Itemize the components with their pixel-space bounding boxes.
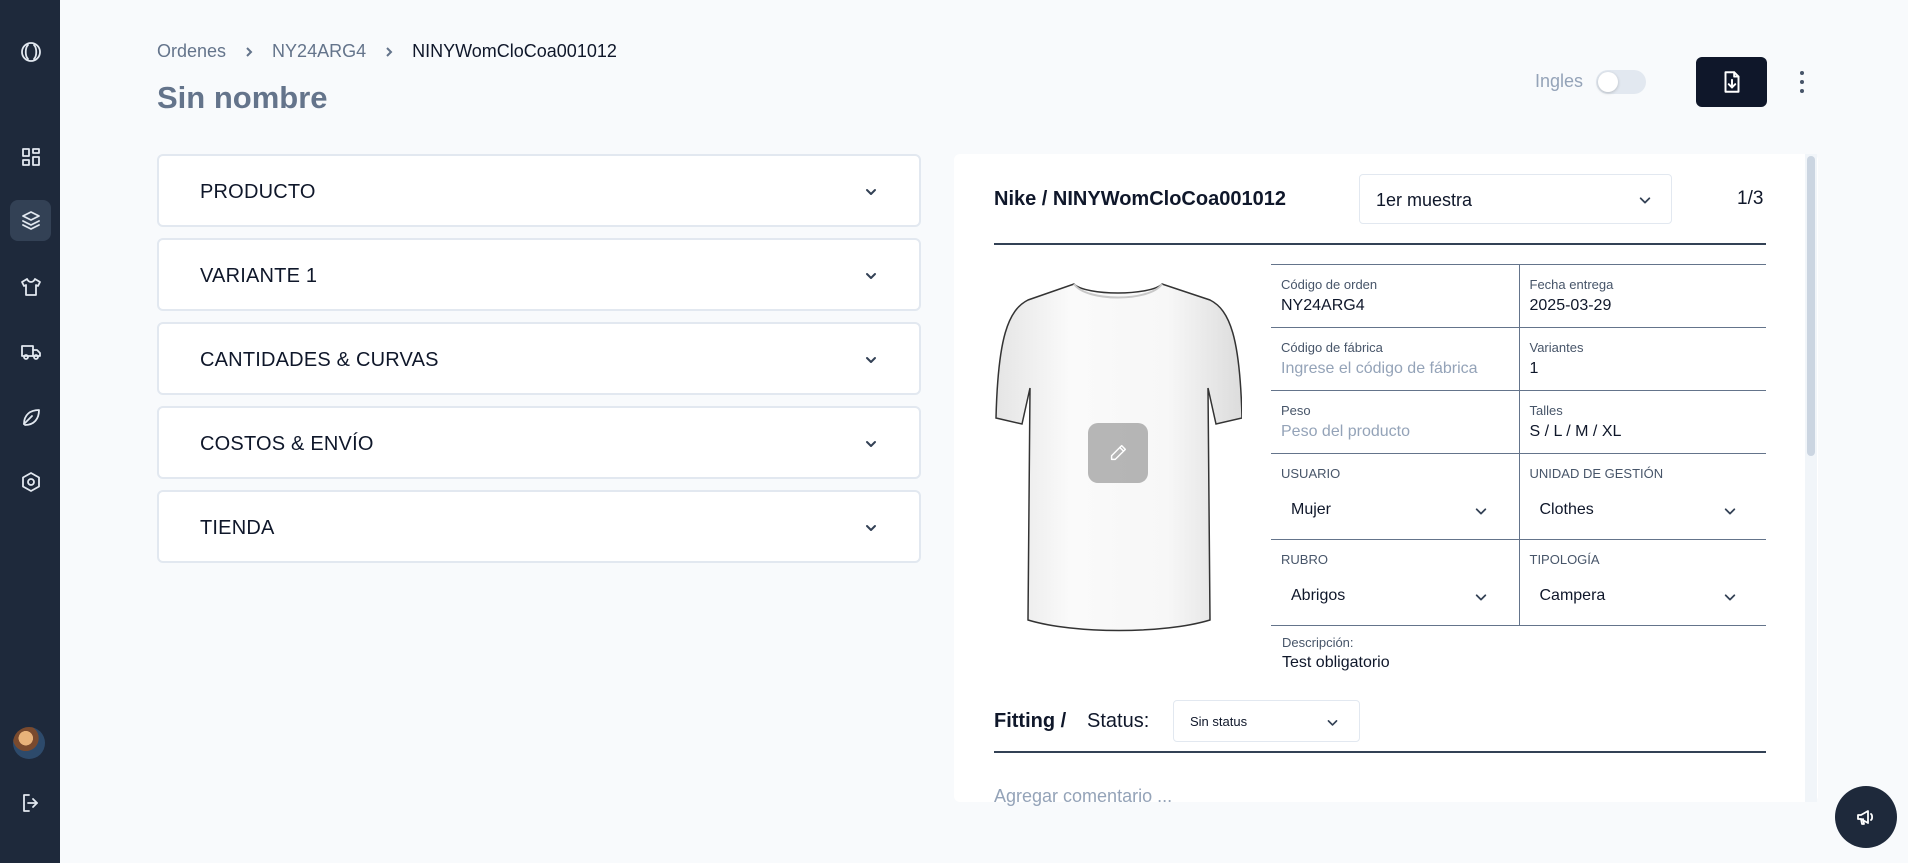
field-label: Código de fábrica [1281,340,1383,355]
order-code-field: Código de orden NY24ARG4 [1271,265,1519,327]
breadcrumb: Ordenes NY24ARG4 NINYWomCloCoa001012 [157,41,617,62]
language-toggle[interactable] [1596,70,1646,94]
more-options-button[interactable] [1790,68,1814,96]
dashboard-icon[interactable] [10,136,51,177]
section-label: CANTIDADES & CURVAS [200,349,439,371]
chevron-right-icon [243,46,255,58]
category-field: RUBRO Abrigos [1271,540,1519,625]
chevron-down-icon [1723,590,1737,604]
megaphone-icon [1857,810,1874,825]
logo-icon[interactable] [10,31,51,72]
language-label: Ingles [1535,71,1584,91]
page-title: Sin nombre [157,80,328,115]
chevron-down-icon [863,436,879,452]
typology-select[interactable]: Campera [1519,576,1760,616]
field-label: USUARIO [1281,466,1341,481]
chevron-right-icon [383,46,395,58]
chevron-down-icon [1474,504,1488,518]
breadcrumb-item-order[interactable]: NY24ARG4 [272,41,366,62]
panel-scrollbar[interactable] [1805,154,1817,802]
field-label: UNIDAD DE GESTIÓN [1529,466,1664,481]
download-button[interactable] [1696,57,1767,107]
field-label: Variantes [1529,340,1584,355]
typology-field: TIPOLOGÍA Campera [1518,540,1767,625]
divider [994,243,1766,245]
breadcrumb-item-current: NINYWomCloCoa001012 [412,41,617,61]
select-value: Mujer [1291,501,1332,518]
factory-code-field[interactable]: Código de fábrica Ingrese el código de f… [1271,328,1519,390]
field-value: S / L / M / XL [1529,423,1622,440]
section-label: COSTOS & ENVÍO [200,433,374,455]
product-info-grid: Código de orden NY24ARG4 Fecha entrega 2… [1271,264,1766,626]
variants-field: Variantes 1 [1518,328,1767,390]
field-value: NY24ARG4 [1281,297,1365,314]
avatar[interactable] [13,727,45,759]
sample-pager: 1/3 [1737,188,1764,209]
select-value: Clothes [1539,501,1594,518]
delivery-date-field: Fecha entrega 2025-03-29 [1518,265,1767,327]
chevron-down-icon [1638,193,1652,207]
sizes-field: Talles S / L / M / XL [1518,391,1767,453]
settings-icon[interactable] [10,461,51,502]
category-select[interactable]: Abrigos [1271,576,1511,616]
section-variante[interactable]: VARIANTE 1 [157,238,921,311]
comment-input[interactable]: Agregar comentario ... [994,786,1172,807]
section-costos[interactable]: COSTOS & ENVÍO [157,406,921,479]
logout-icon[interactable] [10,782,51,823]
download-icon [1724,71,1739,93]
description-label: Descripción: [1282,635,1354,650]
scrollbar-thumb[interactable] [1807,156,1815,456]
weight-input[interactable]: Peso del producto [1281,423,1509,441]
section-label: PRODUCTO [200,181,316,203]
pencil-icon [1110,444,1127,461]
section-tienda[interactable]: TIENDA [157,490,921,563]
truck-icon[interactable] [10,331,51,372]
field-label: Fecha entrega [1529,277,1614,292]
fitting-title: Fitting / [994,710,1067,732]
announcements-button[interactable] [1835,786,1897,848]
product-title: Nike / NINYWomCloCoa001012 [994,188,1286,210]
management-unit-select[interactable]: Clothes [1519,490,1760,530]
select-value: Abrigos [1291,587,1346,604]
leaf-icon[interactable] [10,396,51,437]
divider [994,751,1766,753]
user-select[interactable]: Mujer [1271,490,1511,530]
section-producto[interactable]: PRODUCTO [157,154,921,227]
field-label: RUBRO [1281,552,1328,567]
description-value: Test obligatorio [1282,654,1390,671]
select-value: Campera [1539,587,1606,604]
section-cantidades[interactable]: CANTIDADES & CURVAS [157,322,921,395]
field-label: Peso [1281,403,1311,418]
breadcrumb-item-ordenes[interactable]: Ordenes [157,41,226,62]
field-label: TIPOLOGÍA [1529,552,1600,567]
sample-select[interactable]: 1er muestra [1359,174,1672,224]
status-select-value: Sin status [1190,714,1248,729]
shirt-icon[interactable] [10,266,51,307]
chevron-down-icon [863,184,879,200]
sidebar [0,0,60,863]
chevron-down-icon [1326,716,1339,729]
sample-select-value: 1er muestra [1376,190,1473,210]
field-label: Talles [1529,403,1563,418]
factory-code-input[interactable]: Ingrese el código de fábrica [1281,360,1509,378]
section-label: TIENDA [200,517,275,539]
weight-field[interactable]: Peso Peso del producto [1271,391,1519,453]
chevron-down-icon [1723,504,1737,518]
field-label: Código de orden [1281,277,1378,292]
user-field: USUARIO Mujer [1271,454,1519,539]
status-select[interactable]: Sin status [1173,700,1360,742]
box-icon[interactable] [10,200,51,241]
management-unit-field: UNIDAD DE GESTIÓN Clothes [1518,454,1767,539]
status-label: Status: [1087,710,1150,732]
chevron-down-icon [863,268,879,284]
toggle-knob [1598,72,1618,92]
field-value: 2025-03-29 [1529,297,1612,314]
chevron-down-icon [1474,590,1488,604]
section-label: VARIANTE 1 [200,265,318,287]
edit-image-button[interactable] [1088,423,1148,483]
chevron-down-icon [863,520,879,536]
field-value: 1 [1529,360,1539,377]
chevron-down-icon [863,352,879,368]
